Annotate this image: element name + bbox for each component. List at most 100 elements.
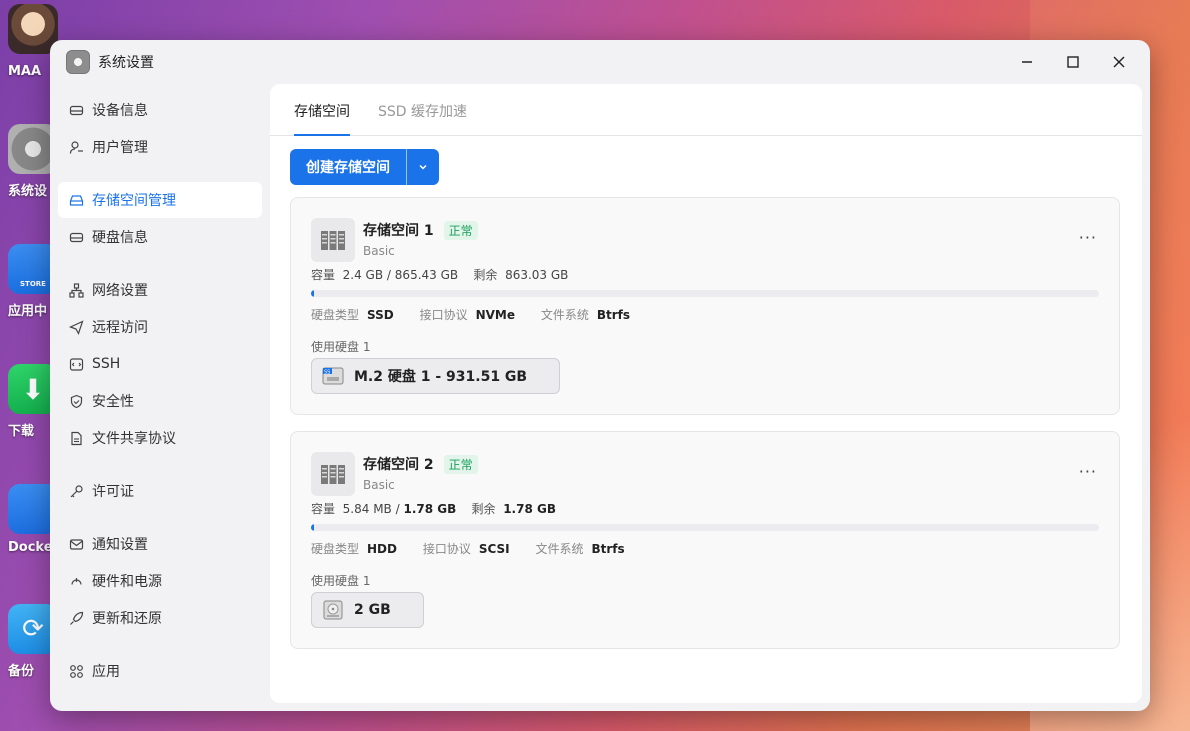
device-icon: [68, 102, 84, 118]
remaining-label: 剩余: [471, 502, 496, 516]
sidebar-item-apps[interactable]: 应用: [58, 653, 262, 689]
titlebar[interactable]: 系统设置: [50, 40, 1150, 84]
pool-name: 存储空间 1: [363, 223, 434, 239]
disk-type-value: HDD: [367, 542, 397, 556]
minimize-button[interactable]: [1006, 48, 1048, 76]
sidebar-item-users[interactable]: 用户管理: [58, 129, 262, 165]
sidebar-item-label: 网络设置: [92, 283, 148, 299]
fs-label: 文件系统: [535, 542, 584, 556]
create-storage-button[interactable]: 创建存储空间: [290, 149, 407, 185]
sidebar-item-ssh[interactable]: SSH: [58, 346, 262, 382]
sidebar-item-update-restore[interactable]: 更新和还原: [58, 600, 262, 636]
capacity-total: 865.43 GB: [394, 268, 459, 282]
sidebar-item-label: SSH: [92, 356, 121, 372]
disk-icon: [68, 229, 84, 245]
sidebar-item-hardware-power[interactable]: 硬件和电源: [58, 563, 262, 599]
maximize-icon: [1067, 56, 1079, 68]
shield-icon: [68, 393, 84, 409]
status-badge: 正常: [443, 220, 478, 240]
capacity-total: 1.78 GB: [403, 502, 457, 516]
send-icon: [68, 319, 84, 335]
main-content: 存储空间 SSD 缓存加速 创建存储空间 存储空间 1 正常 Basic ···…: [270, 84, 1142, 703]
close-button[interactable]: [1098, 48, 1140, 76]
tab-storage-pools[interactable]: 存储空间: [294, 84, 350, 136]
hdd-disk-icon: [323, 600, 343, 620]
close-icon: [1113, 56, 1125, 68]
fs-value: Btrfs: [591, 542, 625, 556]
used-disks-label: 使用硬盘 1: [311, 574, 371, 588]
key-icon: [68, 483, 84, 499]
disk-name: M.2 硬盘 1 - 931.51 GB: [354, 369, 528, 385]
usage-bar: [311, 524, 1099, 531]
nvme-disk-icon: SS: [322, 367, 344, 385]
protocol-label: 接口协议: [419, 308, 468, 322]
sidebar-item-license[interactable]: 许可证: [58, 473, 262, 509]
storage-pool-card: 存储空间 1 正常 Basic ··· 容量 2.4 GB / 865.43 G…: [290, 197, 1120, 415]
settings-gear-icon: [66, 50, 90, 74]
remaining-value: 1.78 GB: [503, 502, 556, 516]
window-title: 系统设置: [98, 55, 154, 71]
tab-ssd-cache[interactable]: SSD 缓存加速: [378, 84, 467, 135]
sidebar-item-storage[interactable]: 存储空间管理: [58, 182, 262, 218]
pool-type: Basic: [363, 478, 395, 492]
create-dropdown-button[interactable]: [407, 149, 439, 185]
sidebar-item-label: 文件共享协议: [92, 431, 176, 447]
tab-bar: 存储空间 SSD 缓存加速: [270, 84, 1142, 136]
sidebar-item-security[interactable]: 安全性: [58, 383, 262, 419]
sidebar-item-label: 远程访问: [92, 320, 148, 336]
more-options-button[interactable]: ···: [1079, 228, 1097, 247]
more-options-button[interactable]: ···: [1079, 462, 1097, 481]
storage-icon: [68, 192, 84, 208]
sidebar-item-label: 安全性: [92, 394, 134, 410]
sidebar-item-disk-info[interactable]: 硬盘信息: [58, 219, 262, 255]
pool-meta: 硬盘类型 HDD 接口协议 SCSI 文件系统 Btrfs: [311, 540, 647, 557]
minimize-icon: [1022, 61, 1032, 63]
pool-title: 存储空间 2 正常: [363, 452, 478, 476]
sidebar-item-label: 许可证: [92, 484, 134, 500]
create-storage-button-group: 创建存储空间: [290, 149, 439, 185]
sidebar-item-network[interactable]: 网络设置: [58, 272, 262, 308]
user-icon: [68, 139, 84, 155]
capacity-row: 容量 5.84 MB / 1.78 GB 剩余 1.78 GB: [311, 500, 556, 517]
status-badge: 正常: [443, 454, 478, 474]
nvme-badge-text: SS: [324, 369, 330, 375]
remaining-value: 863.03 GB: [505, 268, 569, 282]
storage-pool-icon: [311, 218, 355, 262]
capacity-label: 容量: [311, 502, 336, 516]
chevron-down-icon: [419, 164, 427, 170]
remaining-label: 剩余: [473, 268, 498, 282]
sidebar-item-label: 用户管理: [92, 140, 148, 156]
storage-pool-card: 存储空间 2 正常 Basic ··· 容量 5.84 MB / 1.78 GB…: [290, 431, 1120, 649]
mail-icon: [68, 536, 84, 552]
sidebar: 设备信息 用户管理 存储空间管理 硬盘信息 网络设置 远程访问 SSH 安全性 …: [58, 92, 262, 690]
sidebar-item-device-info[interactable]: 设备信息: [58, 92, 262, 128]
capacity-separator: /: [386, 268, 391, 282]
capacity-row: 容量 2.4 GB / 865.43 GB 剩余 863.03 GB: [311, 266, 568, 283]
sidebar-item-remote-access[interactable]: 远程访问: [58, 309, 262, 345]
disk-chip[interactable]: 2 GB: [311, 592, 424, 628]
capacity-label: 容量: [311, 268, 336, 282]
window-controls: [1006, 48, 1140, 76]
sidebar-item-label: 硬件和电源: [92, 574, 162, 590]
apps-icon: [68, 663, 84, 679]
store-text: STORE: [20, 280, 46, 288]
terminal-icon: [68, 356, 84, 372]
sidebar-item-notifications[interactable]: 通知设置: [58, 526, 262, 562]
pool-header: 存储空间 1 正常 Basic: [311, 218, 478, 262]
capacity-used: 5.84 MB: [342, 502, 392, 516]
disk-type-label: 硬盘类型: [311, 308, 360, 322]
fs-value: Btrfs: [596, 308, 631, 322]
protocol-value: SCSI: [478, 542, 510, 556]
maximize-button[interactable]: [1052, 48, 1094, 76]
settings-window: 系统设置 设备信息 用户管理 存储空间管理 硬盘信息 网络设置 远程访问 SSH…: [50, 40, 1150, 711]
sidebar-item-label: 硬盘信息: [92, 230, 148, 246]
protocol-value: NVMe: [475, 308, 515, 322]
used-disks-label: 使用硬盘 1: [311, 340, 371, 354]
storage-pool-icon: [311, 452, 355, 496]
disk-chip[interactable]: SS M.2 硬盘 1 - 931.51 GB: [311, 358, 561, 394]
rocket-icon: [68, 610, 84, 626]
sidebar-item-file-sharing[interactable]: 文件共享协议: [58, 420, 262, 456]
sidebar-item-label: 设备信息: [92, 103, 148, 119]
sidebar-item-label: 更新和还原: [92, 611, 162, 627]
fs-label: 文件系统: [540, 308, 589, 322]
